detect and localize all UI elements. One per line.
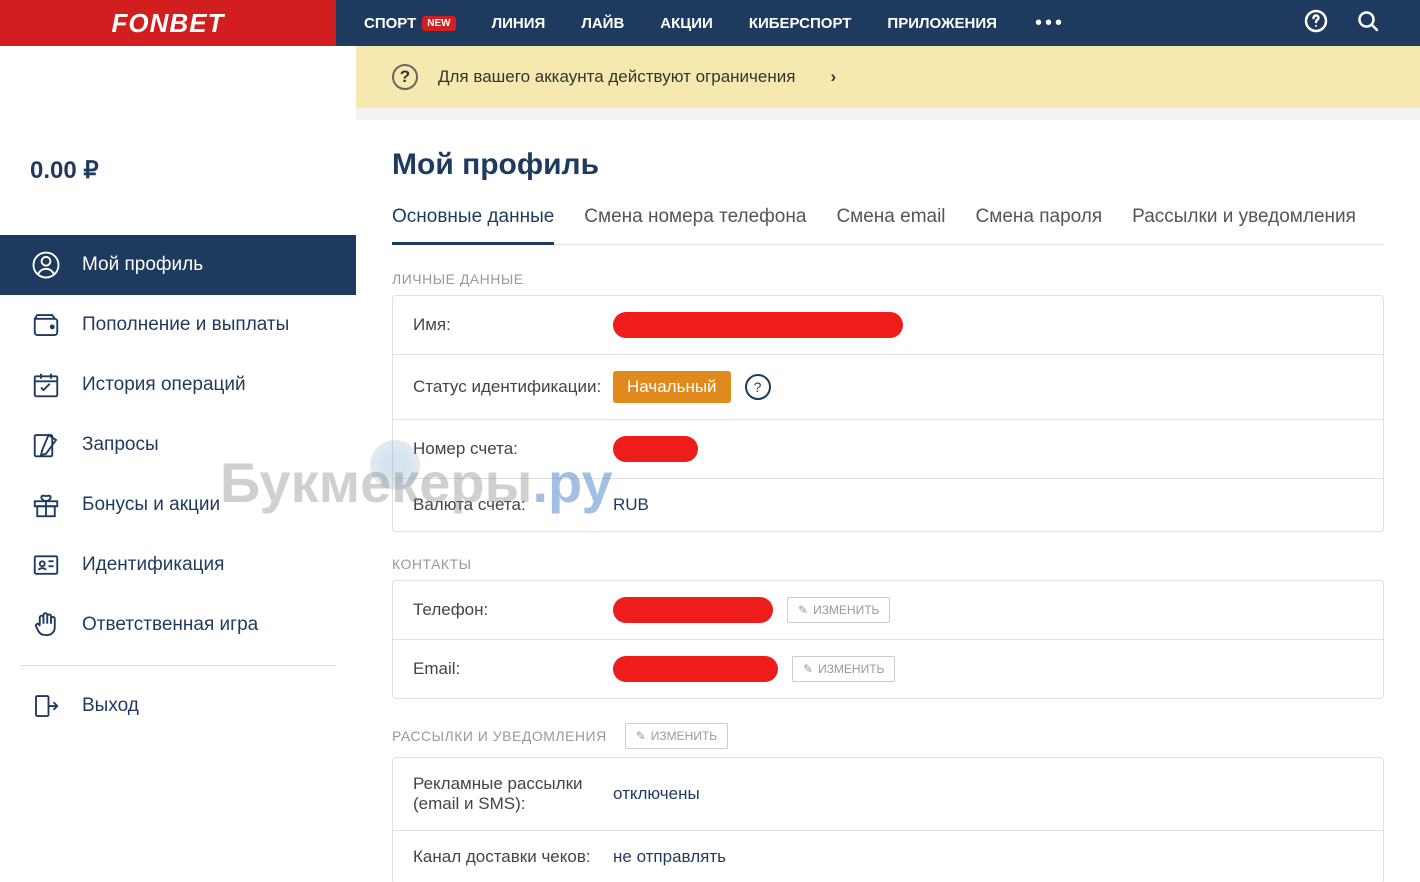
field-label: Валюта счета: (413, 495, 613, 515)
nav-sport[interactable]: СПОРТ NEW (346, 15, 474, 32)
nav-line[interactable]: ЛИНИЯ (474, 15, 564, 32)
id-icon (30, 549, 62, 581)
calendar-icon (30, 369, 62, 401)
sidebar: 0.00 ₽ Мой профиль Пополнение и выплаты … (0, 46, 356, 882)
sidebar-item-history[interactable]: История операций (0, 355, 356, 415)
field-name: Имя: (393, 296, 1383, 355)
field-value: не отправлять (613, 847, 726, 867)
field-currency: Валюта счета: RUB (393, 479, 1383, 531)
section-notifications-label: РАССЫЛКИ И УВЕДОМЛЕНИЯ (392, 728, 607, 744)
field-label: Номер счета: (413, 439, 613, 459)
pencil-icon: ✎ (798, 603, 808, 617)
personal-fields: Имя: Статус идентификации: Начальный ? Н… (392, 295, 1384, 532)
edit-phone-button[interactable]: ✎ ИЗМЕНИТЬ (787, 597, 890, 623)
profile-tabs: Основные данные Смена номера телефона См… (392, 206, 1384, 245)
field-label: Телефон: (413, 600, 613, 620)
edit-label: ИЗМЕНИТЬ (813, 603, 879, 617)
hand-icon (30, 609, 62, 641)
tab-notifications[interactable]: Рассылки и уведомления (1132, 206, 1356, 244)
notifications-fields: Рекламные рассылки (email и SMS): отключ… (392, 757, 1384, 882)
tab-basic[interactable]: Основные данные (392, 206, 554, 245)
sidebar-item-label: История операций (82, 374, 246, 396)
nav-live[interactable]: ЛАЙВ (563, 15, 642, 32)
pencil-icon: ✎ (803, 662, 813, 676)
sidebar-item-label: Запросы (82, 434, 159, 456)
sidebar-item-label: Пополнение и выплаты (82, 314, 289, 336)
sidebar-item-label: Ответственная игра (82, 614, 258, 636)
help-icon[interactable] (1304, 9, 1328, 38)
tab-email[interactable]: Смена email (836, 206, 945, 244)
redacted-value (613, 312, 903, 338)
field-label: Статус идентификации: (413, 377, 613, 397)
logout-icon (30, 690, 62, 722)
field-promo: Рекламные рассылки (email и SMS): отключ… (393, 758, 1383, 831)
field-value: RUB (613, 495, 649, 515)
field-value: отключены (613, 784, 700, 804)
status-badge: Начальный (613, 371, 731, 403)
field-phone: Телефон: ✎ ИЗМЕНИТЬ (393, 581, 1383, 640)
top-nav: СПОРТ NEW ЛИНИЯ ЛАЙВ АКЦИИ КИБЕРСПОРТ ПР… (336, 0, 1420, 46)
section-personal-label: ЛИЧНЫЕ ДАННЫЕ (392, 271, 1384, 287)
edit-label: ИЗМЕНИТЬ (651, 729, 717, 743)
chevron-right-icon: › (830, 67, 836, 87)
sidebar-item-logout[interactable]: Выход (0, 676, 356, 736)
sidebar-item-label: Бонусы и акции (82, 494, 220, 516)
header: FONBET СПОРТ NEW ЛИНИЯ ЛАЙВ АКЦИИ КИБЕРС… (0, 0, 1420, 46)
field-label: Канал доставки чеков: (413, 847, 613, 867)
alert-banner[interactable]: ? Для вашего аккаунта действуют ограниче… (356, 46, 1420, 108)
nav-esports[interactable]: КИБЕРСПОРТ (731, 15, 870, 32)
field-email: Email: ✎ ИЗМЕНИТЬ (393, 640, 1383, 698)
contacts-fields: Телефон: ✎ ИЗМЕНИТЬ Email: ✎ ИЗМЕНИТЬ (392, 580, 1384, 699)
field-label: Email: (413, 659, 613, 679)
field-label: Имя: (413, 315, 613, 335)
edit-notifications-button[interactable]: ✎ ИЗМЕНИТЬ (625, 723, 728, 749)
help-icon[interactable]: ? (745, 374, 771, 400)
user-icon (30, 249, 62, 281)
nav-promo[interactable]: АКЦИИ (642, 15, 731, 32)
sidebar-item-requests[interactable]: Запросы (0, 415, 356, 475)
badge-new: NEW (422, 16, 455, 31)
sidebar-item-label: Мой профиль (82, 254, 203, 276)
alert-text: Для вашего аккаунта действуют ограничени… (438, 67, 795, 87)
redacted-value (613, 436, 698, 462)
pencil-icon: ✎ (636, 729, 646, 743)
sidebar-item-profile[interactable]: Мой профиль (0, 235, 356, 295)
main: ? Для вашего аккаунта действуют ограниче… (356, 46, 1420, 882)
logo[interactable]: FONBET (0, 0, 336, 46)
field-label: Рекламные рассылки (email и SMS): (413, 774, 613, 814)
sidebar-item-payments[interactable]: Пополнение и выплаты (0, 295, 356, 355)
redacted-value (613, 656, 778, 682)
edit-icon (30, 429, 62, 461)
content: Мой профиль Основные данные Смена номера… (356, 120, 1420, 882)
edit-label: ИЗМЕНИТЬ (818, 662, 884, 676)
field-receipts: Канал доставки чеков: не отправлять (393, 831, 1383, 882)
divider (20, 665, 336, 666)
wallet-icon (30, 309, 62, 341)
sidebar-item-identification[interactable]: Идентификация (0, 535, 356, 595)
sidebar-item-label: Выход (82, 695, 139, 717)
tab-password[interactable]: Смена пароля (976, 206, 1103, 244)
sidebar-item-bonuses[interactable]: Бонусы и акции (0, 475, 356, 535)
redacted-value (613, 597, 773, 623)
balance: 0.00 ₽ (0, 156, 356, 235)
search-icon[interactable] (1356, 9, 1380, 38)
section-contacts-label: КОНТАКТЫ (392, 556, 1384, 572)
page-title: Мой профиль (392, 148, 1384, 182)
tab-phone[interactable]: Смена номера телефона (584, 206, 806, 244)
field-account: Номер счета: (393, 420, 1383, 479)
sidebar-item-label: Идентификация (82, 554, 224, 576)
nav-label: СПОРТ (364, 15, 416, 32)
field-status: Статус идентификации: Начальный ? (393, 355, 1383, 420)
edit-email-button[interactable]: ✎ ИЗМЕНИТЬ (792, 656, 895, 682)
alert-help-icon: ? (392, 64, 418, 90)
gift-icon (30, 489, 62, 521)
sidebar-item-responsible[interactable]: Ответственная игра (0, 595, 356, 655)
nav-more-icon[interactable]: ••• (1015, 12, 1085, 35)
nav-apps[interactable]: ПРИЛОЖЕНИЯ (869, 15, 1015, 32)
